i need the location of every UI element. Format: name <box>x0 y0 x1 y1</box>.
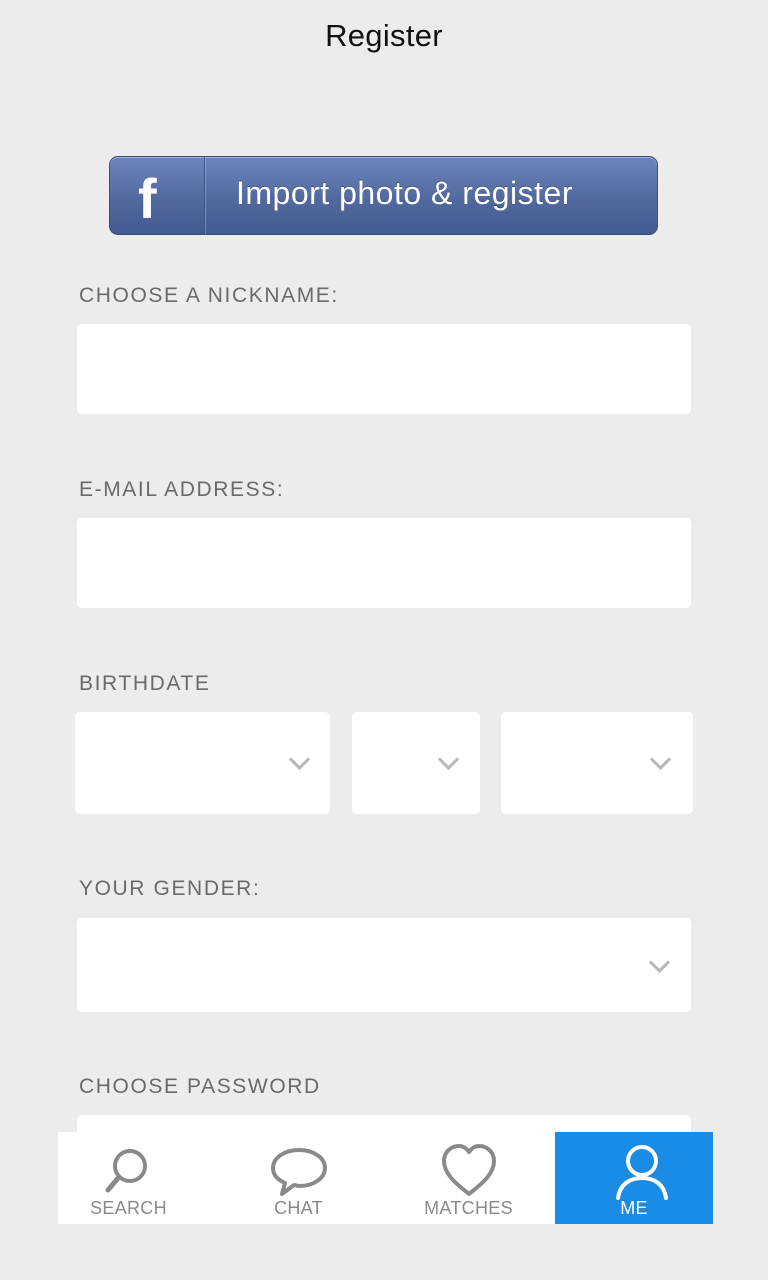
page-title: Register <box>325 18 443 53</box>
chevron-down-icon <box>648 951 671 974</box>
chevron-down-icon <box>649 748 672 771</box>
gender-label: YOUR GENDER: <box>79 877 261 900</box>
birthdate-year-select[interactable] <box>501 712 693 814</box>
facebook-button-label: Import photo & register <box>236 175 573 211</box>
tab-matches-label: MATCHES <box>424 1198 513 1218</box>
tab-chat[interactable]: CHAT <box>228 1132 369 1224</box>
tab-search-label: SEARCH <box>90 1198 167 1218</box>
tab-me[interactable]: ME <box>555 1132 713 1224</box>
chat-bubble-icon <box>271 1148 327 1196</box>
email-field-box <box>77 518 691 608</box>
tab-search[interactable]: SEARCH <box>58 1132 199 1224</box>
chevron-down-icon <box>437 748 460 771</box>
search-icon <box>105 1149 147 1193</box>
facebook-icon-cell: f <box>110 157 205 234</box>
facebook-f-icon: f <box>138 167 157 230</box>
tab-matches[interactable]: MATCHES <box>398 1132 539 1224</box>
email-input[interactable] <box>77 518 691 608</box>
nickname-field-box <box>77 324 691 414</box>
birthdate-day-select[interactable] <box>352 712 480 814</box>
user-icon <box>616 1145 668 1200</box>
bottom-tab-bar: SEARCH CHAT MATCHES ME <box>0 1132 768 1280</box>
birthdate-month-select[interactable] <box>75 712 330 814</box>
gender-select[interactable] <box>77 918 691 1012</box>
facebook-import-register-button[interactable]: f Import photo & register <box>109 156 658 235</box>
nickname-label: CHOOSE A NICKNAME: <box>79 284 339 307</box>
tab-me-label: ME <box>620 1198 648 1218</box>
tab-chat-label: CHAT <box>274 1198 323 1218</box>
nickname-input[interactable] <box>77 324 691 414</box>
birthdate-label: BIRTHDATE <box>79 672 211 695</box>
password-label: CHOOSE PASSWORD <box>79 1075 321 1098</box>
heart-icon <box>442 1144 496 1196</box>
chevron-down-icon <box>288 748 311 771</box>
email-label: E-MAIL ADDRESS: <box>79 478 285 501</box>
